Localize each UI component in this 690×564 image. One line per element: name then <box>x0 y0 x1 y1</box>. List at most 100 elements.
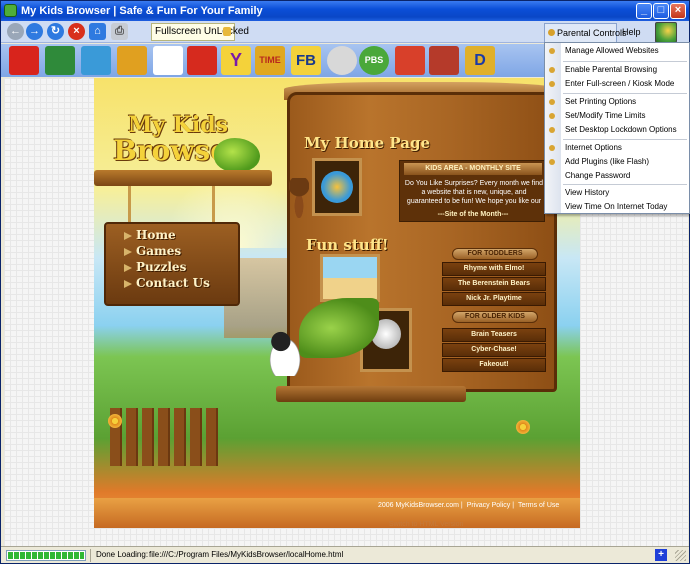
site-fb-icon[interactable]: FB <box>291 46 321 75</box>
nav-puzzles[interactable]: Puzzles <box>124 260 236 274</box>
site-pbs-kids-icon[interactable]: PBS <box>359 46 389 75</box>
forward-arrow-icon[interactable]: → <box>26 23 43 40</box>
key-icon <box>549 127 555 133</box>
menu-item-label: Change Password <box>565 171 631 180</box>
site-car-icon[interactable] <box>117 46 147 75</box>
menu-item-label: Set Printing Options <box>565 97 637 106</box>
site-lego-icon[interactable] <box>187 46 217 75</box>
link-fakeout[interactable]: Fakeout! <box>442 358 546 372</box>
footer-copyright: 2006 MyKidsBrowser.com <box>378 502 459 509</box>
menu-parental-controls-label: Parental Controls <box>557 28 627 38</box>
key-icon <box>549 99 555 105</box>
sign-rope <box>212 186 215 224</box>
fun-stuff-title: Fun stuff! <box>306 236 389 254</box>
link-brain-teasers[interactable]: Brain Teasers <box>442 328 546 342</box>
site-zoo-icon[interactable] <box>429 46 459 75</box>
wood-plank <box>276 386 466 402</box>
footer-terms-link[interactable]: Terms of Use <box>518 502 559 509</box>
link-nick-jr-playtime[interactable]: Nick Jr. Playtime <box>442 292 546 306</box>
back-arrow-icon[interactable]: ← <box>7 23 24 40</box>
menu-help[interactable]: Help <box>619 23 649 43</box>
site-time-kids-icon[interactable]: TIME <box>255 46 285 75</box>
site-of-month-label[interactable]: ---Site of the Month--- <box>404 211 542 218</box>
ant-character-icon <box>289 178 309 218</box>
browser-window: My Kids Browser | Safe & Fun For Your Fa… <box>0 0 690 564</box>
parrot-icon <box>214 138 260 172</box>
menu-item-desktop-lockdown[interactable]: Set Desktop Lockdown Options <box>545 123 689 137</box>
kids-area-heading: KIDS AREA - MONTHLY SITE <box>404 163 542 175</box>
menu-item-internet-options[interactable]: Internet Options <box>545 141 689 155</box>
switch-to-html-link[interactable]: Switch to HTML Version <box>389 521 463 528</box>
site-of-month-thumbnail[interactable] <box>312 158 362 216</box>
resize-grip-icon[interactable] <box>675 550 686 561</box>
menu-item-label: Set Desktop Lockdown Options <box>565 125 677 134</box>
unlocked-padlock-icon <box>223 27 231 36</box>
key-icon <box>549 159 555 165</box>
maximize-button[interactable]: □ <box>653 3 669 19</box>
menu-item-label: View Time On Internet Today <box>565 202 668 211</box>
footer-privacy-link[interactable]: Privacy Policy <box>467 502 511 509</box>
menu-item-manage-websites[interactable]: Manage Allowed Websites <box>545 44 689 58</box>
site-kids-figure-icon[interactable] <box>395 46 425 75</box>
fullscreen-toggle[interactable]: Fullscreen UnLocked <box>151 23 249 41</box>
menu-help-label: Help <box>622 27 641 37</box>
older-kids-heading: FOR OLDER KIDS <box>452 311 538 323</box>
menu-item-time-limits[interactable]: Set/Modify Time Limits <box>545 109 689 123</box>
menu-item-time-today[interactable]: View Time On Internet Today <box>545 200 689 214</box>
menu-item-printing-options[interactable]: Set Printing Options <box>545 95 689 109</box>
key-icon <box>549 67 555 73</box>
menu-item-enable-parental[interactable]: Enable Parental Browsing <box>545 63 689 77</box>
menu-item-change-password[interactable]: Change Password <box>545 169 689 183</box>
flower-icon <box>516 420 530 434</box>
menu-separator <box>563 184 687 185</box>
window-title: My Kids Browser | Safe & Fun For Your Fa… <box>21 5 263 17</box>
app-icon <box>4 4 17 17</box>
zoom-plus-button[interactable]: + <box>655 549 667 561</box>
nav-sign: Home Games Puzzles Contact Us <box>104 222 240 306</box>
key-icon <box>549 81 555 87</box>
site-wikipedia-icon[interactable] <box>327 46 357 75</box>
toddlers-heading: FOR TODDLERS <box>452 248 538 260</box>
print-icon[interactable]: ⎙ <box>111 23 128 40</box>
site-surf-icon[interactable] <box>45 46 75 75</box>
link-rhyme-with-elmo[interactable]: Rhyme with Elmo! <box>442 262 546 276</box>
refresh-icon[interactable]: ↻ <box>47 23 64 40</box>
menu-item-kiosk-mode[interactable]: Enter Full-screen / Kiosk Mode <box>545 77 689 91</box>
link-berenstein-bears[interactable]: The Berenstein Bears <box>442 277 546 291</box>
home-icon[interactable]: ⌂ <box>89 23 106 40</box>
stop-icon[interactable]: × <box>68 23 85 40</box>
site-disney-icon[interactable]: D <box>465 46 495 75</box>
sheep-character-icon <box>264 330 306 376</box>
fun-stuff-thumbnail[interactable] <box>320 254 380 302</box>
nav-games[interactable]: Games <box>124 244 236 258</box>
close-button[interactable]: × <box>670 3 686 19</box>
flower-icon <box>108 414 122 428</box>
menu-separator <box>563 93 687 94</box>
minimize-button[interactable]: _ <box>636 3 652 19</box>
nav-contact-us[interactable]: Contact Us <box>124 276 236 290</box>
parental-controls-dropdown: Manage Allowed Websites Enable Parental … <box>544 42 690 214</box>
surfer-icon <box>321 171 353 203</box>
site-beach-icon[interactable] <box>81 46 111 75</box>
loading-progress-bar <box>6 550 86 561</box>
menu-separator <box>563 139 687 140</box>
key-icon <box>549 145 555 151</box>
kids-browser-logo-icon[interactable] <box>655 22 677 43</box>
menu-parental-controls[interactable]: Parental Controls <box>544 23 627 43</box>
status-divider <box>90 549 91 562</box>
fullscreen-label: Fullscreen UnLocked <box>155 26 249 37</box>
progress-fill <box>8 552 84 559</box>
title-bar: My Kids Browser | Safe & Fun For Your Fa… <box>1 1 689 21</box>
link-cyber-chase[interactable]: Cyber-Chase! <box>442 343 546 357</box>
site-elmo-icon[interactable] <box>9 46 39 75</box>
menu-item-add-plugins[interactable]: Add Plugins (like Flash) <box>545 155 689 169</box>
site-yahoo-icon[interactable]: Y <box>221 46 251 75</box>
site-penguin-icon[interactable] <box>153 46 183 75</box>
key-icon <box>549 48 555 54</box>
menu-item-label: Manage Allowed Websites <box>565 46 659 55</box>
nav-home[interactable]: Home <box>124 228 236 242</box>
menu-item-view-history[interactable]: View History <box>545 186 689 200</box>
menu-item-label: Enter Full-screen / Kiosk Mode <box>565 79 675 88</box>
sign-rope <box>128 186 131 224</box>
menu-separator <box>563 61 687 62</box>
